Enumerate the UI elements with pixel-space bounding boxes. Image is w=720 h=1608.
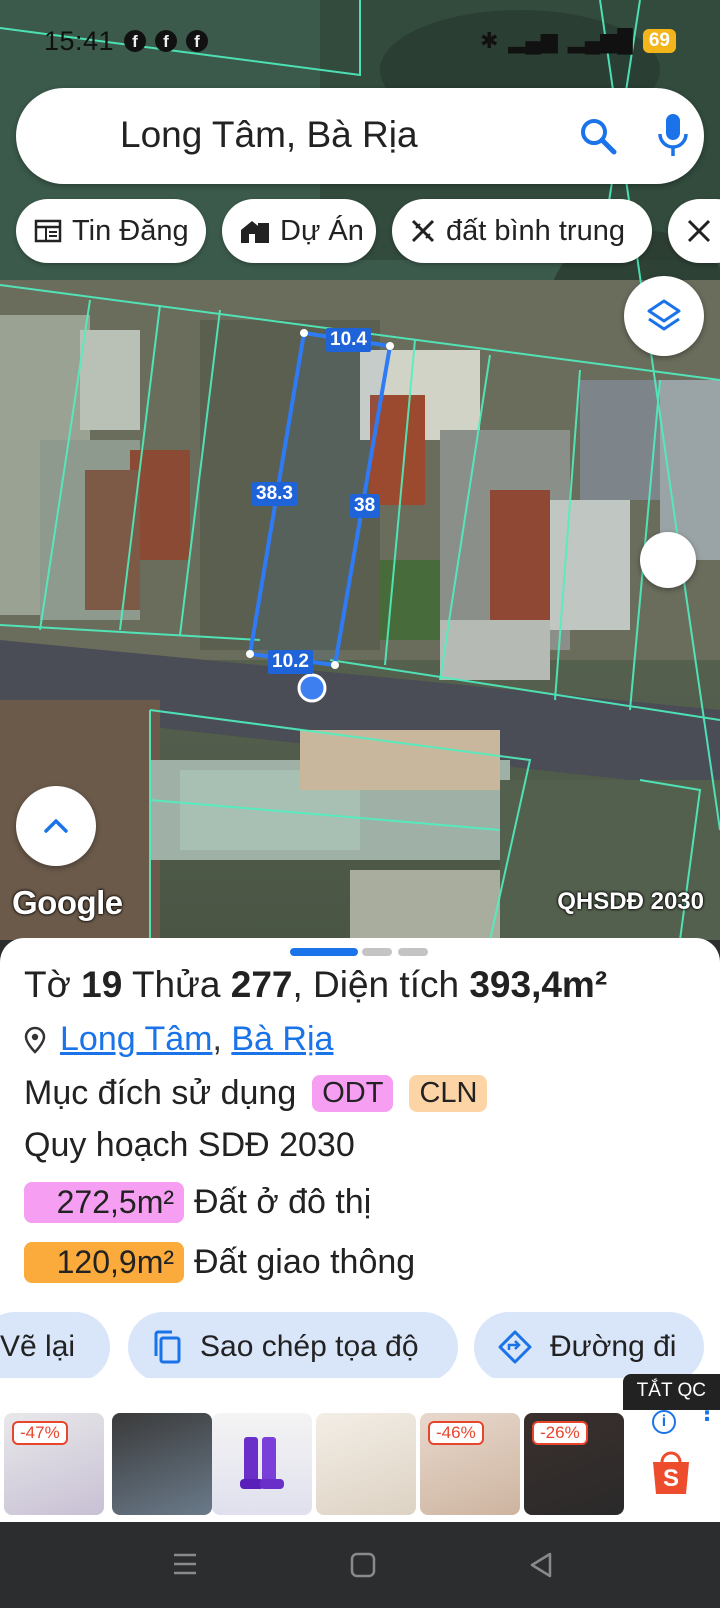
compass-button[interactable] (640, 532, 696, 588)
plan-area-row: 272,5m² Đất ở đô thị (24, 1182, 371, 1223)
copy-coordinates-button[interactable]: Sao chép tọa độ (128, 1312, 458, 1382)
ruler-pencil-icon (687, 219, 711, 243)
menu-icon[interactable] (172, 1552, 198, 1576)
area-badge: 272,5m² (24, 1182, 184, 1223)
chip-dat-binh-trung[interactable]: đất bình trung (392, 199, 652, 263)
directions-button[interactable]: Đường đi (474, 1312, 704, 1382)
ad-product[interactable]: -47% (4, 1413, 104, 1515)
chip-tin-dang[interactable]: Tin Đăng (16, 199, 206, 263)
directions-label: Đường đi (550, 1330, 677, 1363)
area-type-label: Đất giao thông (194, 1243, 416, 1281)
sheet-label: Tờ (24, 964, 71, 1005)
status-time: 15:41 (44, 26, 115, 56)
ward-link[interactable]: Long Tâm (60, 1020, 212, 1058)
system-navigation-bar (0, 1522, 720, 1608)
building-icon (241, 221, 269, 243)
expand-sheet-button[interactable] (16, 786, 96, 866)
map-view[interactable]: 10.4 38.3 38 10.2 15:41 f f f ✱ ▂▄▆ ▂▄▆█… (0, 0, 720, 940)
layers-icon (647, 299, 681, 331)
close-ad-button[interactable]: TẮT QC (622, 1374, 720, 1410)
location-row: Long Tâm, Bà Rịa (24, 1020, 333, 1059)
ad-product[interactable]: -46% (420, 1413, 520, 1515)
purpose-label: Mục đích sử dụng (24, 1074, 297, 1112)
land-use-purpose: Mục đích sử dụng ODT CLN (24, 1074, 488, 1113)
ad-product[interactable] (112, 1413, 212, 1515)
facebook-icon: f (155, 30, 177, 52)
search-bar[interactable]: Long Tâm, Bà Rịa (16, 88, 704, 184)
boots-image (240, 1437, 284, 1489)
chip-label: Tin Đăng (72, 214, 189, 247)
location-separator: , (212, 1020, 222, 1058)
discount-badge: -26% (532, 1421, 588, 1445)
facebook-icon: f (124, 30, 146, 52)
page-indicator (398, 948, 428, 956)
microphone-icon[interactable] (656, 112, 690, 158)
parcel-label: Thửa (131, 964, 221, 1005)
dimension-label-left: 38.3 (252, 482, 297, 506)
status-bar: 15:41 f f f ✱ ▂▄▆ ▂▄▆█ 69 (0, 0, 720, 80)
chip-label: Dự Án (280, 214, 364, 247)
battery-indicator: 69 (642, 29, 676, 53)
purpose-tag-odt: ODT (312, 1075, 394, 1112)
news-icon (34, 219, 62, 243)
discount-badge: -47% (12, 1421, 68, 1445)
chip-label: đất bình trung (446, 214, 625, 247)
google-attribution: Google (12, 884, 123, 921)
discount-badge: -46% (428, 1421, 484, 1445)
dimension-label-right: 38 (350, 494, 380, 518)
parcel-number: 277 (230, 964, 293, 1005)
copy-icon (154, 1330, 181, 1364)
area-type-label: Đất ở đô thị (194, 1183, 372, 1221)
redraw-button[interactable]: Vẽ lại (0, 1312, 110, 1382)
sheet-number: 19 (81, 964, 123, 1005)
facebook-icon: f (186, 30, 208, 52)
copy-coordinates-label: Sao chép tọa độ (200, 1330, 419, 1363)
chevron-up-icon (44, 819, 68, 833)
location-pin-icon (24, 1026, 46, 1054)
dimension-label-bottom: 10.2 (268, 650, 313, 674)
location-dot (297, 673, 327, 703)
svg-text:S: S (663, 1465, 679, 1492)
info-icon[interactable]: i (652, 1410, 676, 1434)
home-icon[interactable] (350, 1552, 376, 1578)
shopee-icon: S (653, 1451, 689, 1494)
city-link[interactable]: Bà Rịa (231, 1020, 333, 1058)
ad-product[interactable] (212, 1413, 312, 1515)
purpose-tag-cln: CLN (409, 1075, 488, 1112)
redraw-label: Vẽ lại (0, 1330, 76, 1363)
bluetooth-icon: ✱ (479, 28, 499, 53)
signal-4g-icon: ▂▄▆█ (567, 28, 633, 53)
search-icon[interactable] (578, 116, 618, 156)
ad-product[interactable]: -26% (524, 1413, 624, 1515)
signal-icon: ▂▄▆ (508, 28, 558, 53)
page-indicator (362, 948, 392, 956)
chip-du-an[interactable]: Dự Án (222, 199, 376, 263)
ruler-pencil-icon (411, 219, 435, 243)
plan-area-row: 120,9m² Đất giao thông (24, 1242, 415, 1283)
plan-title: Quy hoạch SDĐ 2030 (24, 1126, 355, 1164)
area-badge: 120,9m² (24, 1242, 184, 1283)
layers-button[interactable] (624, 276, 704, 356)
planning-layer-label: QHSDĐ 2030 (557, 888, 704, 915)
area-label: , Diện tích (292, 964, 460, 1005)
ad-product[interactable] (316, 1413, 416, 1515)
page-indicator-active (290, 948, 358, 956)
search-input[interactable]: Long Tâm, Bà Rịa (120, 114, 418, 156)
dimension-label-top: 10.4 (326, 328, 371, 352)
parcel-title: Tờ 19 Thửa 277, Diện tích 393,4m² (24, 964, 607, 1006)
back-icon[interactable] (528, 1551, 554, 1579)
area-value: 393,4m² (469, 964, 608, 1005)
directions-icon (498, 1330, 532, 1364)
